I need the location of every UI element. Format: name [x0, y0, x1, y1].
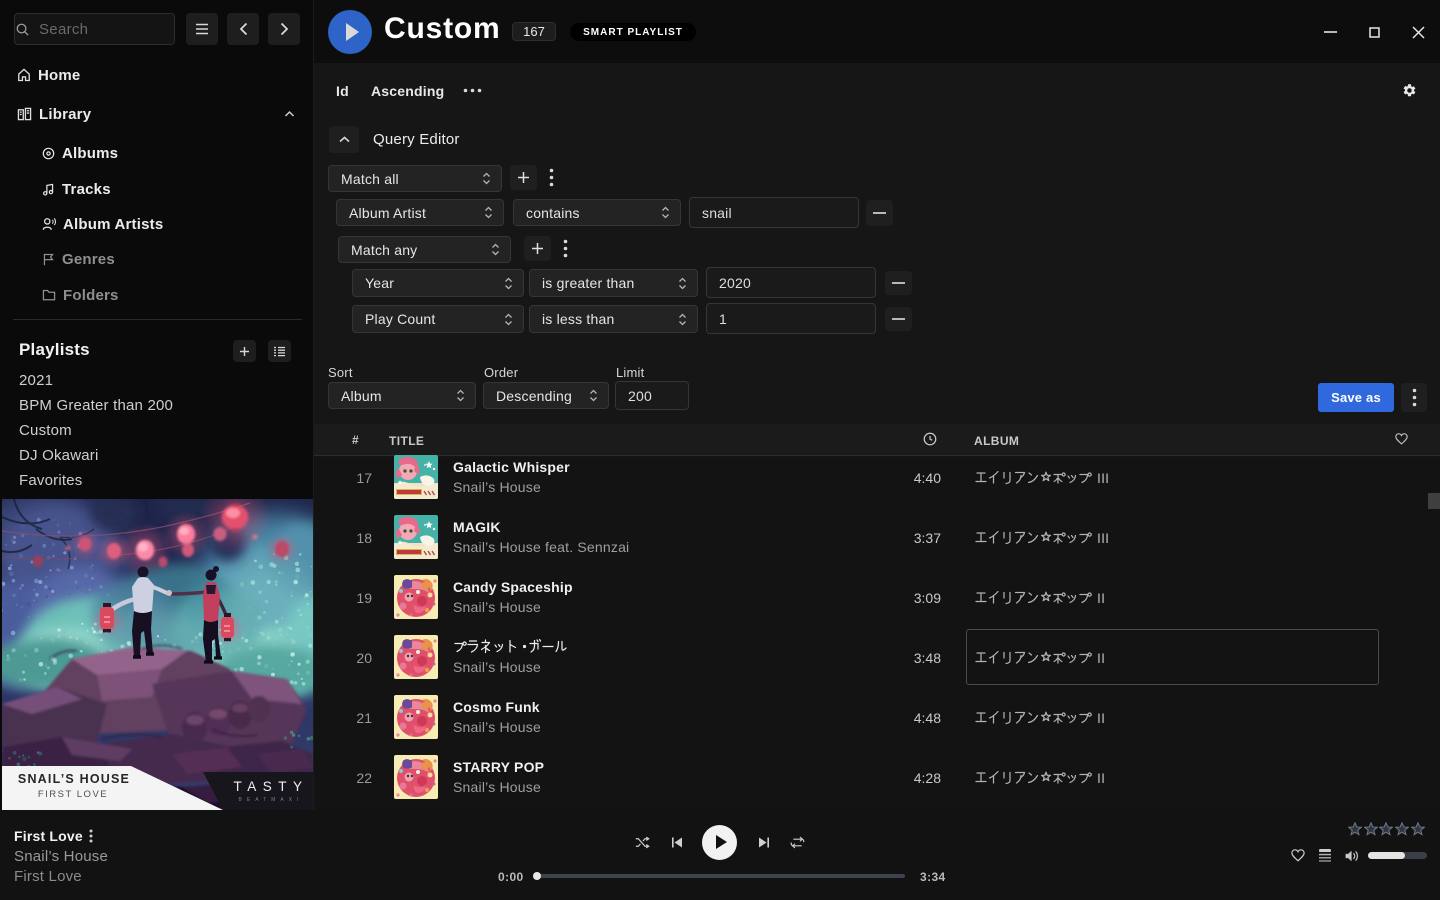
svg-text:BEATMAXI: BEATMAXI	[239, 797, 304, 803]
svg-text:FIRST LOVE: FIRST LOVE	[38, 789, 108, 800]
svg-text:SNAIL’S HOUSE: SNAIL’S HOUSE	[18, 772, 130, 786]
svg-text:TASTY: TASTY	[233, 779, 308, 794]
